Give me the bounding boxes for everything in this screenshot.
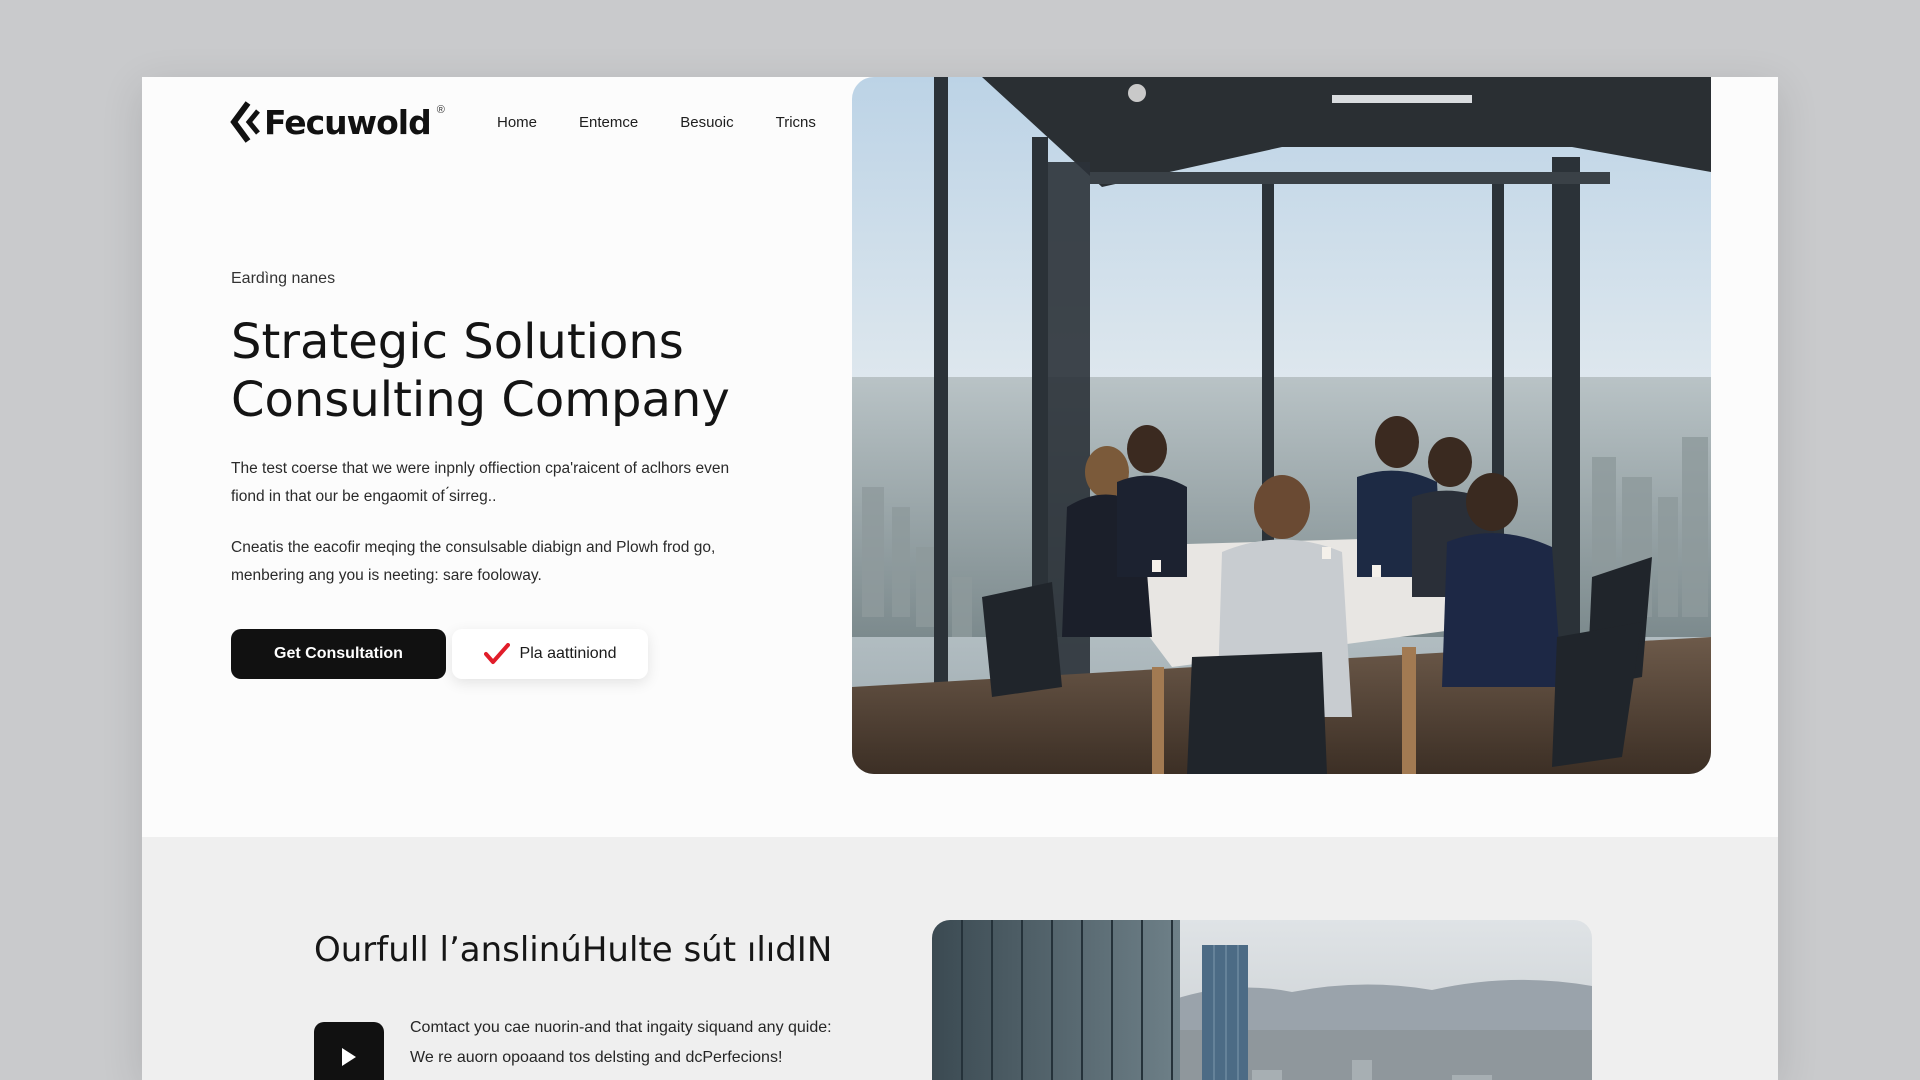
brand-logo[interactable]: Fecuwold ® [230,99,445,145]
secondary-button-label: Pla aattiniond [519,645,617,662]
play-button[interactable] [314,1022,384,1080]
main-nav: Home Entemce Besuoic Tricns [497,114,858,131]
registered-mark: ® [436,104,445,116]
nav-item-4[interactable]: Tricns [776,114,816,131]
chevron-logo-icon [230,101,260,143]
hero-title: Strategic Solutions Consulting Company [231,314,730,428]
hero-eyebrow: Eardìng nanes [231,270,336,287]
nav-item-home[interactable]: Home [497,114,537,131]
services-section: Ourfull l’anslinúHulte sút ılıdIN Comtac… [142,837,1778,1080]
nav-item-3[interactable]: Besuoic [680,114,733,131]
conference-room-photo [852,77,1711,774]
landing-page: Fecuwold ® Home Entemce Besuoic Tricns E… [142,77,1778,1080]
brand-name: Fecuwold [264,102,432,142]
hero-paragraph-1: The test coerse that we were inpnly offi… [231,460,730,505]
get-consultation-button[interactable]: Get Consultation [231,629,446,679]
section-text: Comtact you cae nuorin-and that ingaity … [410,1013,890,1073]
check-icon [483,643,510,664]
play-icon [342,1048,356,1066]
nav-item-2[interactable]: Entemce [579,114,638,131]
secondary-button[interactable]: Pla aattiniond [452,629,648,679]
section-text-line-1: Comtact you cae nuorin-and that ingaity … [410,1019,832,1036]
section-title: Ourfull l’anslinúHulte sút ılıdIN [314,930,833,970]
hero-paragraph-2: Cneatis the eacofir meqing the consulsab… [231,539,716,584]
city-skyline-photo [932,920,1592,1080]
section-text-line-2: We re auorn opoaand tos delsting and dcP… [410,1049,783,1066]
